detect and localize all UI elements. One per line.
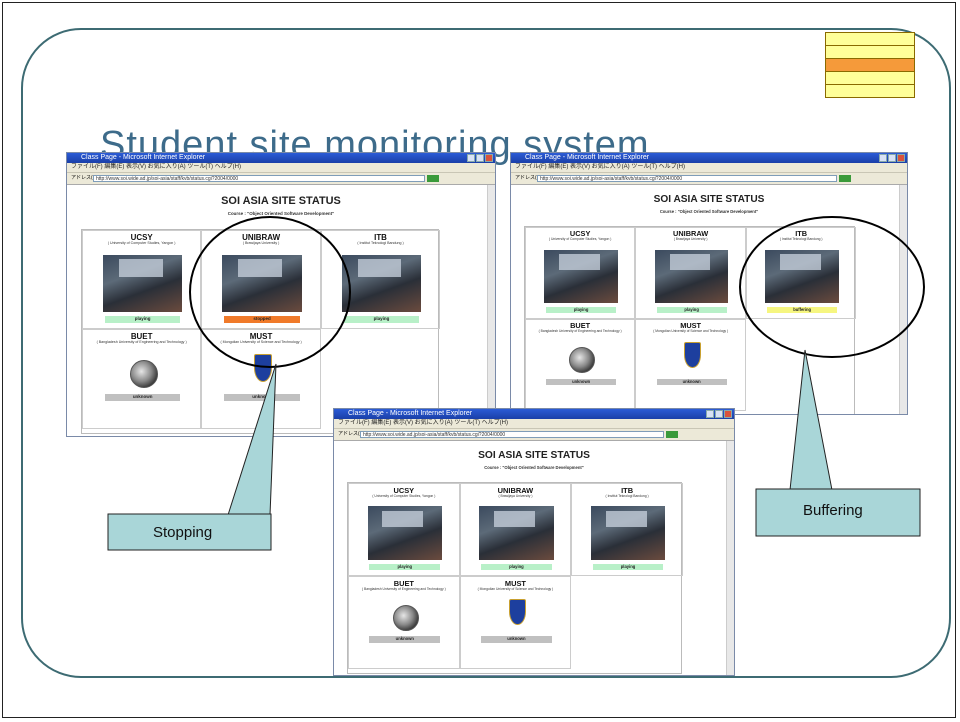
callout-layer [107,216,925,551]
buffering-callout-pointer [789,349,833,491]
stopping-label: Stopping [153,524,213,541]
stopping-ellipse [189,216,351,368]
buffering-label: Buffering [803,502,863,519]
buffering-ellipse [739,216,925,358]
stopping-callout-pointer [227,363,277,516]
